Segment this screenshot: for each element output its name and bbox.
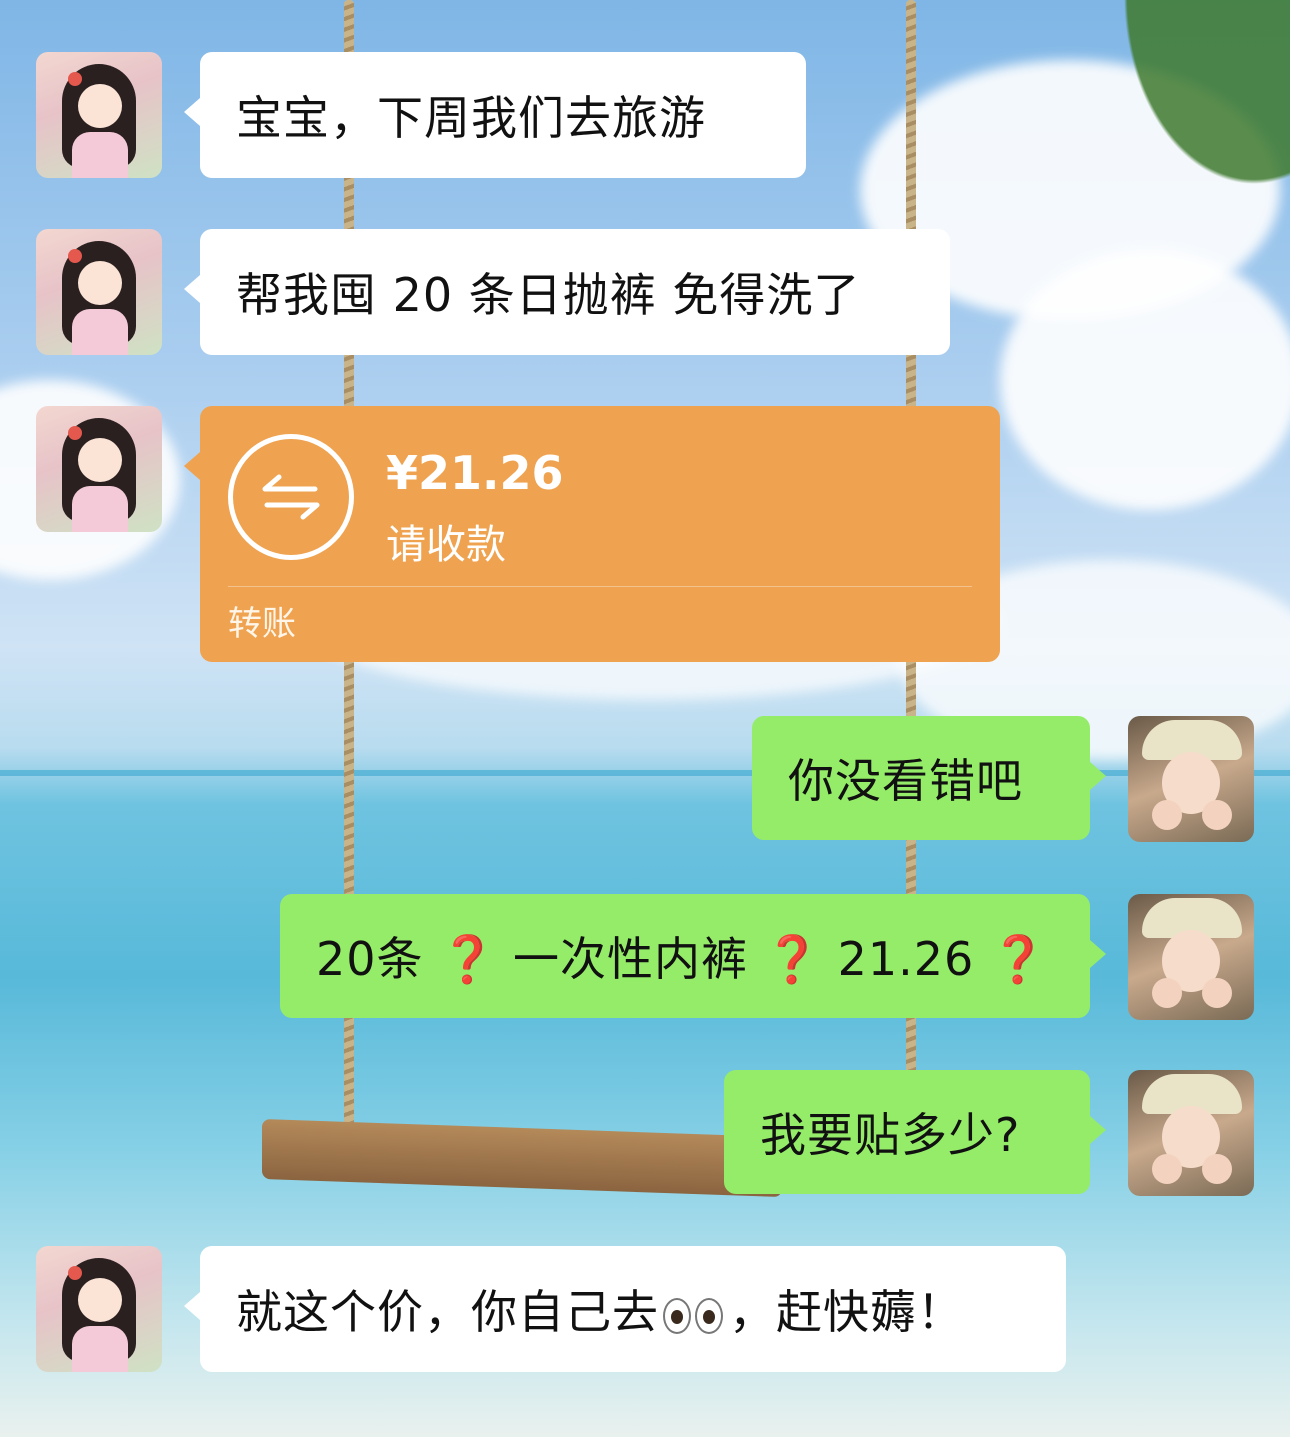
avatar[interactable] (36, 406, 162, 532)
message-text: 就这个价，你自己去 ，赶快薅！ (236, 1285, 964, 1339)
transfer-arrows-icon (228, 434, 354, 560)
message-text: 我要贴多少? (760, 1108, 1021, 1162)
transfer-status: 请收款 (386, 522, 506, 568)
swing-seat (262, 1118, 782, 1198)
avatar[interactable] (36, 52, 162, 178)
message-bubble[interactable]: 帮我囤 20 条日抛裤 免得洗了 (184, 229, 950, 355)
message-bubble[interactable]: 你没看错吧 (752, 716, 1106, 840)
eyes-emoji-icon (661, 1296, 727, 1336)
message-bubble[interactable]: 我要贴多少? (724, 1070, 1106, 1194)
message-bubble[interactable]: 宝宝，下周我们去旅游 (184, 52, 806, 178)
avatar[interactable] (36, 1246, 162, 1372)
transfer-label: 转账 (228, 604, 296, 644)
message-text: 你没看错吧 (788, 754, 1023, 808)
message-bubble[interactable]: 就这个价，你自己去 ，赶快薅！ (184, 1246, 1066, 1372)
palm-leaves (1030, 0, 1290, 320)
avatar[interactable] (1128, 894, 1254, 1020)
chat-background (0, 0, 1290, 1437)
message-bubble[interactable]: 20条 ❓ 一次性内裤 ❓ 21.26 ❓ (280, 894, 1106, 1018)
transfer-card[interactable]: ¥21.26 请收款 转账 (184, 406, 1000, 662)
divider (228, 586, 972, 587)
message-text: 帮我囤 20 条日抛裤 免得洗了 (236, 268, 861, 322)
message-text: 宝宝，下周我们去旅游 (236, 91, 706, 145)
question-mark-icon: ❓ (989, 932, 1049, 986)
message-text: 20条 ❓ 一次性内裤 ❓ 21.26 ❓ (316, 932, 1049, 986)
avatar[interactable] (36, 229, 162, 355)
avatar[interactable] (1128, 716, 1254, 842)
avatar[interactable] (1128, 1070, 1254, 1196)
question-mark-icon: ❓ (763, 932, 822, 986)
transfer-amount: ¥21.26 (386, 446, 564, 500)
question-mark-icon: ❓ (439, 932, 498, 986)
